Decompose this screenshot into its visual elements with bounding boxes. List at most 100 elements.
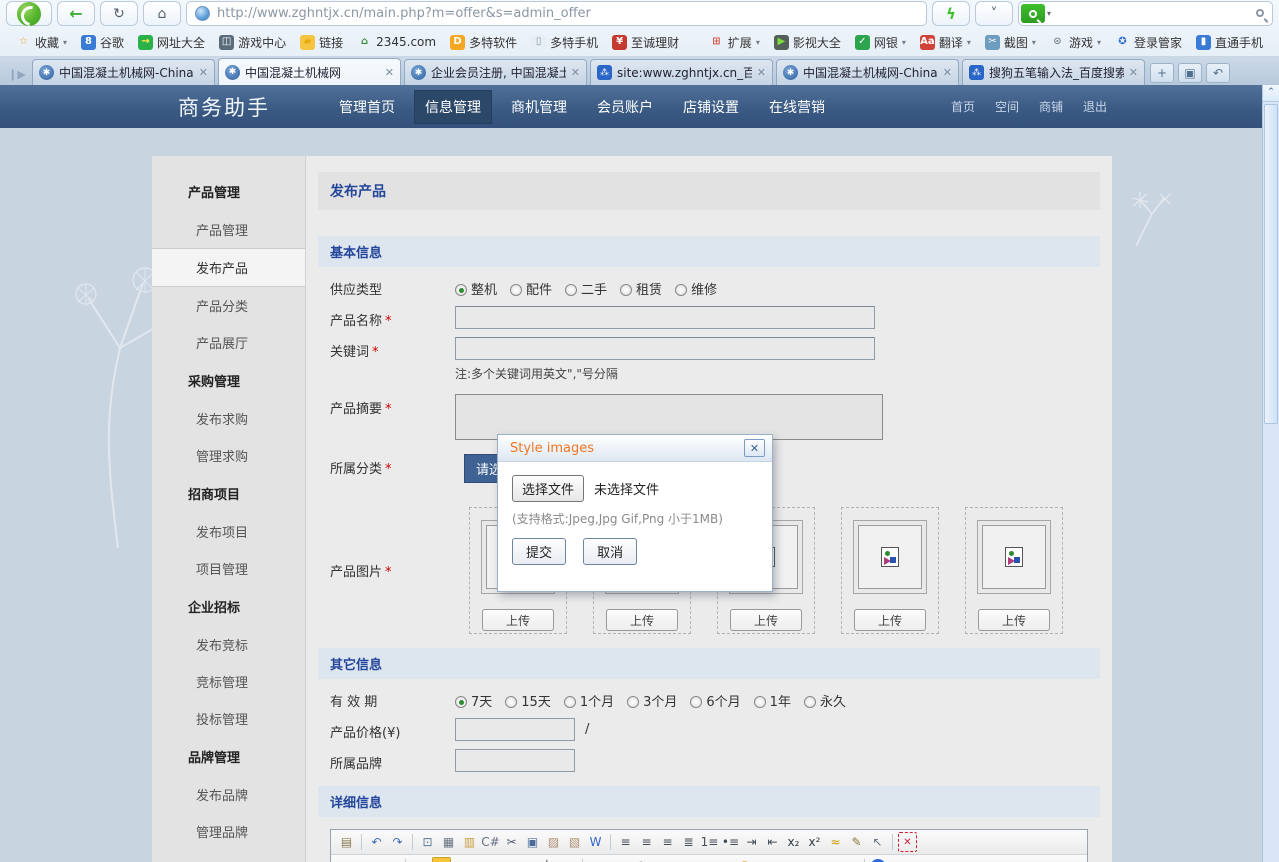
link-icon[interactable]: ∞	[819, 857, 838, 862]
paste-word-icon[interactable]: W	[586, 832, 605, 852]
edit-note-icon[interactable]: ✎	[847, 832, 866, 852]
font-family-icon[interactable]: F▾	[360, 857, 379, 862]
url-text[interactable]: http://www.zghntjx.cn/main.php?m=offer&s…	[217, 6, 591, 21]
table-icon[interactable]: ⊞	[693, 857, 712, 862]
bookmark-item[interactable]: ☆收藏▾	[10, 31, 73, 54]
radio-icon[interactable]	[620, 284, 632, 296]
toolbar-item[interactable]: ⊞扩展▾	[703, 31, 766, 54]
supply-type-option[interactable]: 配件	[510, 279, 552, 298]
keywords-input[interactable]	[455, 337, 875, 360]
radio-icon[interactable]	[690, 696, 702, 708]
refresh-button[interactable]: ↻	[100, 1, 138, 26]
nav-link-退出[interactable]: 退出	[1083, 98, 1107, 115]
validity-option[interactable]: 7天	[455, 691, 492, 710]
outdent-icon[interactable]: ⇤	[763, 832, 782, 852]
nav-item-会员账户[interactable]: 会员账户	[586, 90, 664, 124]
cancel-button[interactable]: 取消	[583, 538, 637, 565]
tab-close-icon[interactable]: ✕	[1129, 66, 1138, 79]
validity-option[interactable]: 1年	[754, 691, 791, 710]
sidebar-item-项目管理[interactable]: 项目管理	[152, 550, 305, 587]
doc-props-icon[interactable]: ▥	[460, 832, 479, 852]
radio-icon[interactable]	[564, 696, 576, 708]
toolbar-item[interactable]: ✪登录管家	[1109, 31, 1188, 54]
browser-tab[interactable]: ⁂site:www.zghntjx.cn_百度✕	[590, 59, 773, 85]
tab-close-icon[interactable]: ✕	[199, 66, 208, 79]
back-button[interactable]: ←	[57, 1, 95, 26]
submit-button[interactable]: 提交	[512, 538, 566, 565]
sidebar-item-发布产品[interactable]: 发布产品	[152, 248, 305, 287]
toolbar-item[interactable]: ▮直通手机	[1190, 31, 1269, 54]
tab-scroll-icon[interactable]: ❙▶	[2, 63, 32, 85]
sidebar-item-产品分类[interactable]: 产品分类	[152, 287, 305, 324]
font-size-icon[interactable]: tT▾	[381, 857, 400, 862]
redo-icon[interactable]: ↷	[388, 832, 407, 852]
paste-icon[interactable]: ▨	[544, 832, 563, 852]
upload-button[interactable]: 上传	[730, 609, 802, 631]
validity-option[interactable]: 3个月	[627, 691, 677, 710]
nav-item-信息管理[interactable]: 信息管理	[414, 90, 492, 124]
address-bar[interactable]: http://www.zghntjx.cn/main.php?m=offer&s…	[186, 1, 927, 26]
accelerate-button[interactable]: ϟ	[932, 1, 970, 26]
sidebar-item-发布求购[interactable]: 发布求购	[152, 400, 305, 437]
insert-images-icon[interactable]: ▦	[609, 857, 628, 862]
tab-close-icon[interactable]: ✕	[385, 66, 394, 79]
bookmark-item[interactable]: ◫游戏中心	[213, 31, 292, 54]
browser-logo-button[interactable]	[6, 1, 52, 26]
align-right-icon[interactable]: ≡	[658, 832, 677, 852]
bookmark-item[interactable]: ▰链接	[294, 31, 349, 54]
toolbar-item[interactable]: ▶影视大全	[768, 31, 847, 54]
heading-icon[interactable]: H1▾	[337, 857, 358, 862]
tab-close-icon[interactable]: ✕	[757, 66, 766, 79]
radio-icon[interactable]	[510, 284, 522, 296]
bookmark-item[interactable]: →网址大全	[132, 31, 211, 54]
supply-type-option[interactable]: 租赁	[620, 279, 662, 298]
browser-tab[interactable]: ✱中国混凝土机械网-China✕	[776, 59, 959, 85]
modal-header[interactable]: Style images ✕	[498, 435, 772, 462]
upload-button[interactable]: 上传	[606, 609, 678, 631]
scrollbar-thumb[interactable]	[1264, 104, 1278, 424]
bullet-list-icon[interactable]: •≡	[721, 832, 740, 852]
product-name-input[interactable]	[455, 306, 875, 329]
choose-file-button[interactable]: 选择文件	[512, 475, 584, 502]
paste-note-icon[interactable]: ▤	[337, 832, 356, 852]
sidebar-item-发布品牌[interactable]: 发布品牌	[152, 776, 305, 813]
bookmark-item[interactable]: ▯多特手机	[525, 31, 604, 54]
toolbar-item[interactable]: ✂截图▾	[979, 31, 1042, 54]
validity-option[interactable]: 永久	[804, 691, 846, 710]
sidebar-item-产品管理[interactable]: 产品管理	[152, 211, 305, 248]
media-icon[interactable]: ▶	[651, 857, 670, 862]
anchor-icon[interactable]: ⚓	[798, 857, 817, 862]
emoticon-icon[interactable]: ☺	[735, 857, 754, 862]
radio-icon[interactable]	[455, 696, 467, 708]
horizontal-rule-icon[interactable]: ⊟	[714, 857, 733, 862]
scroll-up-arrow[interactable]: ⌃	[1263, 85, 1279, 102]
underline-icon[interactable]: U	[495, 857, 514, 862]
supply-type-option[interactable]: 维修	[675, 279, 717, 298]
subscript-icon[interactable]: x₂	[784, 832, 803, 852]
search-go-button[interactable]	[1256, 6, 1264, 21]
radio-icon[interactable]	[565, 284, 577, 296]
quick-search[interactable]: ▾	[1018, 1, 1273, 26]
strikethrough-icon[interactable]: ABC	[516, 857, 535, 862]
print-icon[interactable]: ▦	[439, 832, 458, 852]
tab-close-icon[interactable]: ✕	[571, 66, 580, 79]
save-image-icon[interactable]: ⊠	[777, 857, 796, 862]
new-tab-button[interactable]: +	[1150, 63, 1174, 83]
brand-input[interactable]	[455, 749, 575, 772]
border-lines-icon[interactable]: ╪	[537, 857, 556, 862]
radio-icon[interactable]	[675, 284, 687, 296]
sidebar-item-投标管理[interactable]: 投标管理	[152, 700, 305, 737]
paste-text-icon[interactable]: ▧	[565, 832, 584, 852]
sidebar-item-管理品牌[interactable]: 管理品牌	[152, 813, 305, 850]
sidebar-item-管理求购[interactable]: 管理求购	[152, 437, 305, 474]
flash-icon[interactable]: ƒ	[630, 857, 649, 862]
select-cursor-icon[interactable]: ↖	[868, 832, 887, 852]
nav-item-店铺设置[interactable]: 店铺设置	[672, 90, 750, 124]
page-scrollbar[interactable]: ⌃	[1262, 85, 1279, 862]
toolbar-item[interactable]: Aa翻译▾	[914, 31, 977, 54]
superscript-icon[interactable]: x²	[805, 832, 824, 852]
tab-list-button[interactable]: ▣	[1178, 63, 1202, 83]
modal-close-button[interactable]: ✕	[744, 439, 765, 457]
eraser-icon[interactable]: ⌫	[558, 857, 577, 862]
undo-icon[interactable]: ↶	[367, 832, 386, 852]
